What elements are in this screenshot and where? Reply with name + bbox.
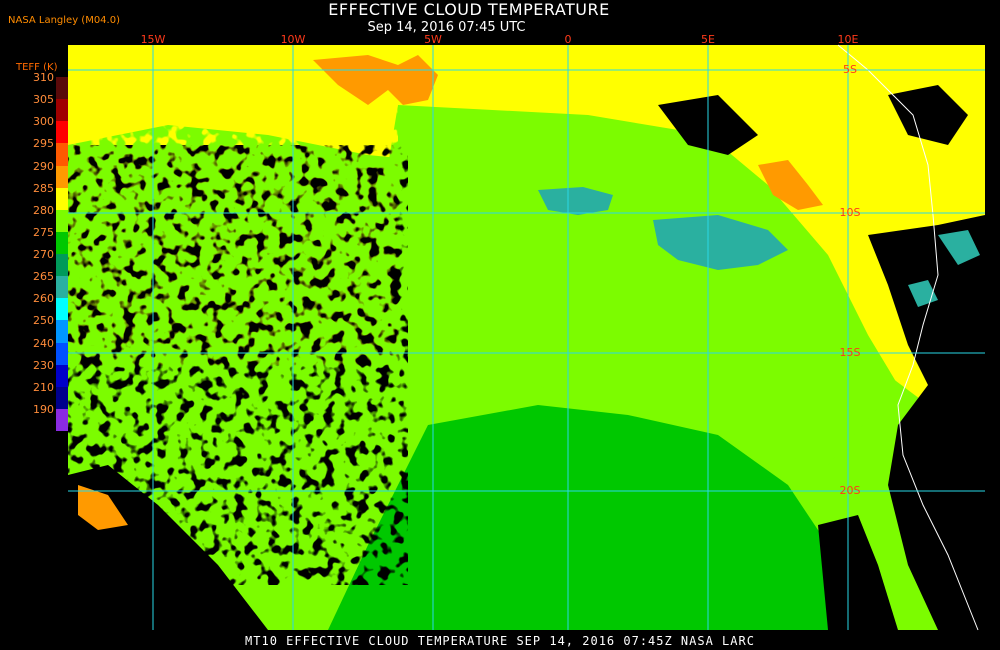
legend-label: 305 [33, 93, 54, 107]
legend-label: 230 [33, 358, 54, 372]
latitude-label: 20S [840, 484, 861, 497]
longitude-label: 0 [565, 33, 572, 46]
legend-label: 270 [33, 248, 54, 261]
longitude-label: 15W [141, 33, 166, 46]
legend-label: 190 [33, 402, 54, 416]
longitude-label: 10E [838, 33, 859, 46]
legend-label: 285 [33, 181, 54, 195]
footer-caption: MT10 EFFECTIVE CLOUD TEMPERATURE SEP 14,… [245, 634, 755, 648]
latitude-label: 10S [840, 206, 861, 219]
legend-label: 275 [33, 225, 54, 239]
longitude-label: 10W [281, 33, 306, 46]
map-subtitle: Sep 14, 2016 07:45 UTC [367, 20, 526, 35]
map-title: EFFECTIVE CLOUD TEMPERATURE [328, 0, 610, 19]
legend-label: 280 [33, 203, 54, 217]
legend-label: 265 [33, 270, 54, 284]
legend-label: 210 [33, 380, 54, 394]
legend-label: 300 [33, 115, 54, 129]
latitude-label: 5S [843, 63, 857, 76]
cloud-temperature-map: 15W 10W 5W 0 5E 10E 5S 10S 15S 20S [68, 33, 985, 631]
latitude-label: 15S [840, 346, 861, 359]
legend-label: 240 [33, 336, 54, 350]
longitude-label: 5W [424, 33, 442, 46]
longitude-label: 5E [701, 33, 715, 46]
legend-label: 250 [33, 314, 54, 328]
legend-label: 310 [33, 71, 54, 84]
legend-label: 290 [33, 159, 54, 173]
legend-label: 295 [33, 137, 54, 151]
legend-label: 260 [33, 292, 54, 306]
